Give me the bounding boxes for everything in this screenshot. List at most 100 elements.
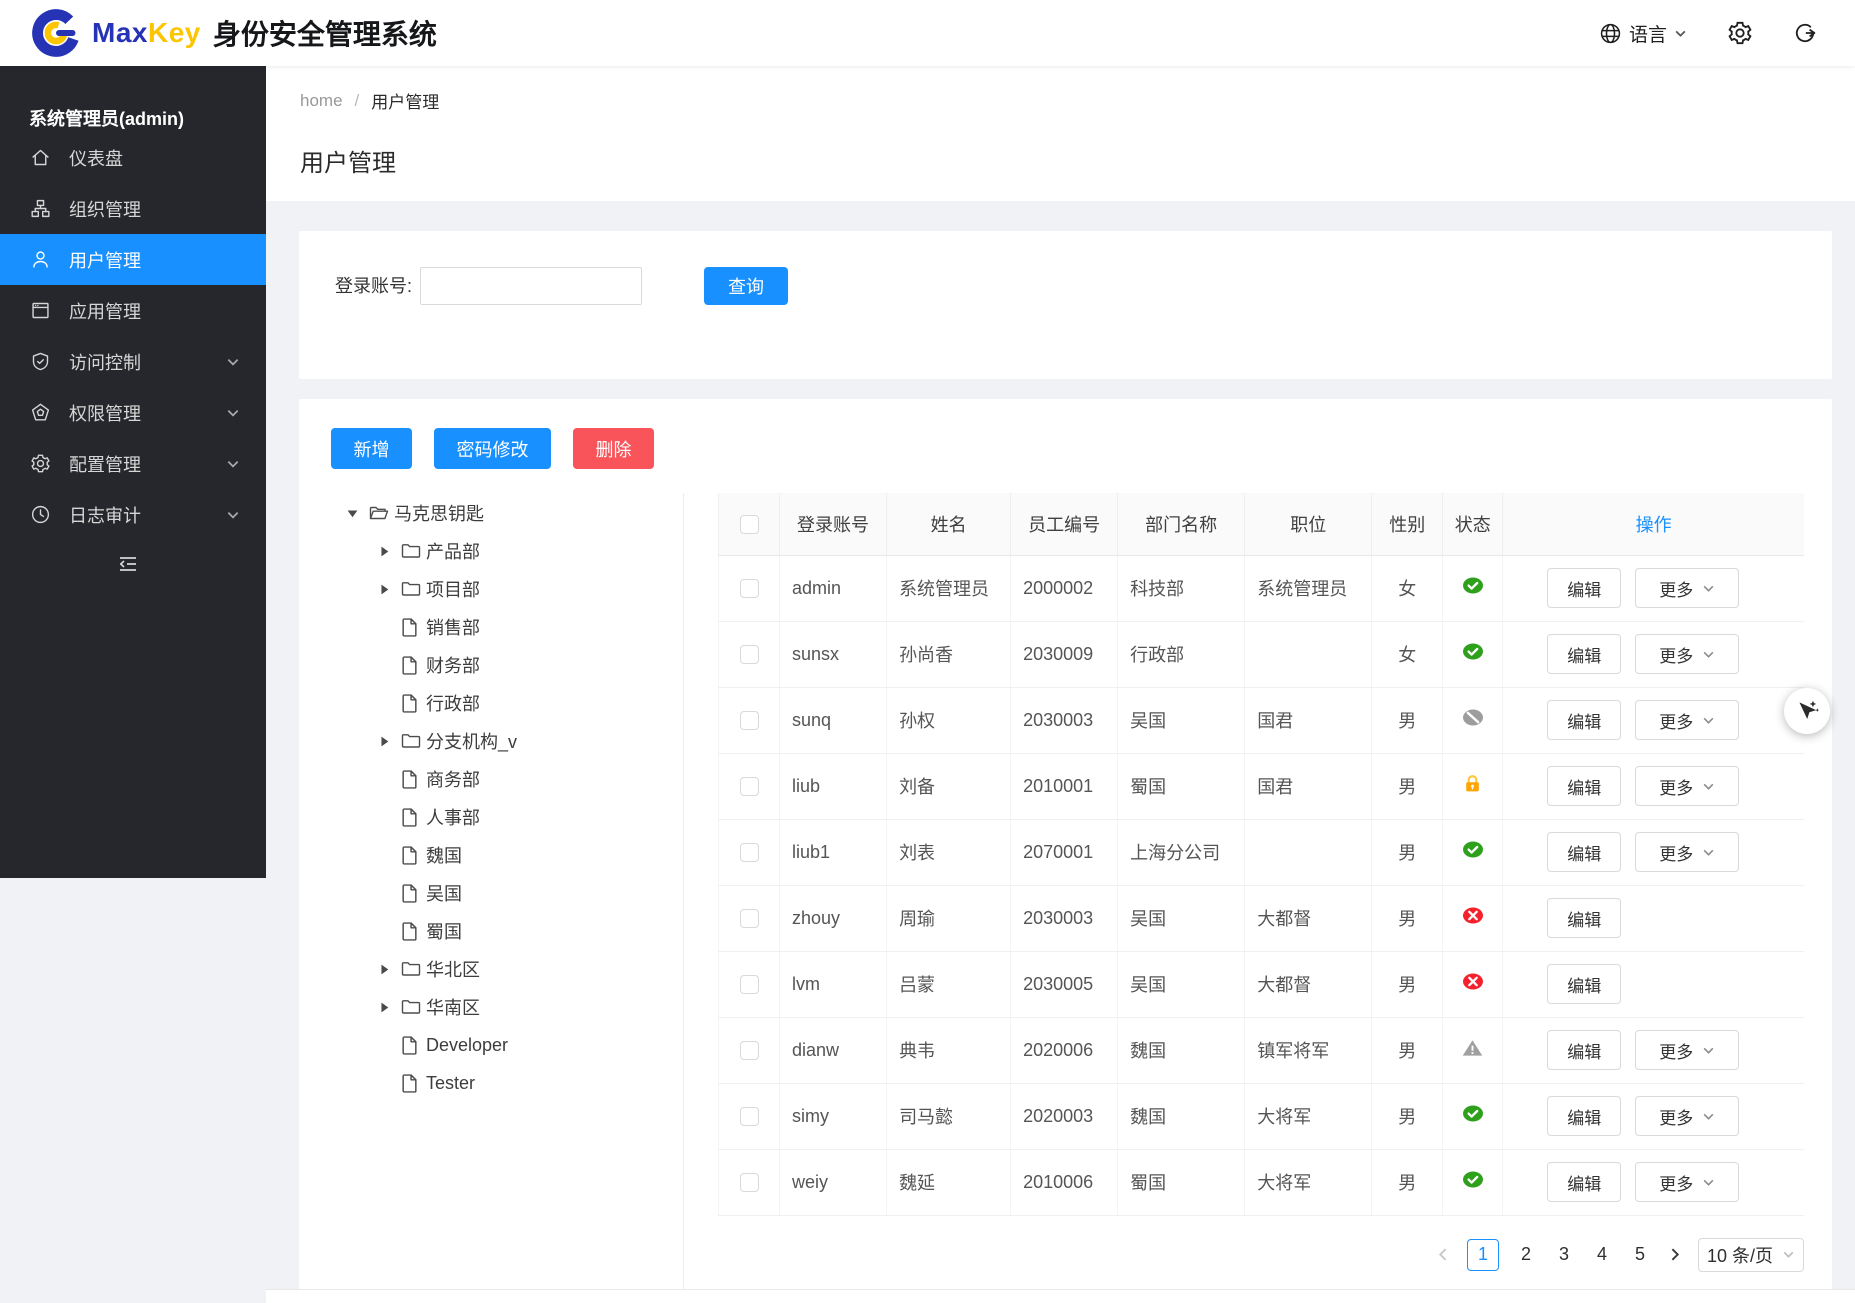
sidebar-item-applications[interactable]: 应用管理 — [0, 285, 266, 336]
sidebar-item-access-control[interactable]: 访问控制 — [0, 336, 266, 387]
cell-position — [1245, 819, 1372, 885]
folder-icon — [401, 542, 421, 560]
more-button[interactable]: 更多 — [1635, 1162, 1739, 1202]
page-button-2[interactable]: 2 — [1515, 1244, 1537, 1265]
select-all-checkbox[interactable] — [740, 515, 759, 534]
caret-down-icon[interactable] — [346, 507, 359, 520]
chevron-down-icon — [1674, 27, 1687, 40]
pentagon-icon — [30, 402, 52, 424]
more-button[interactable]: 更多 — [1635, 832, 1739, 872]
more-button[interactable]: 更多 — [1635, 634, 1739, 674]
table-row: admin系统管理员2000002科技部系统管理员女编辑更多 — [719, 555, 1805, 621]
tree-item[interactable]: 吴国 — [299, 874, 683, 912]
cell-gender: 男 — [1372, 885, 1443, 951]
query-button[interactable]: 查询 — [704, 267, 788, 305]
sidebar-item-configuration[interactable]: 配置管理 — [0, 438, 266, 489]
row-checkbox[interactable] — [740, 645, 759, 664]
row-checkbox[interactable] — [740, 1107, 759, 1126]
tree-item[interactable]: 商务部 — [299, 760, 683, 798]
tree-item[interactable]: 马克思钥匙 — [299, 494, 683, 532]
row-checkbox[interactable] — [740, 975, 759, 994]
tree-item[interactable]: 销售部 — [299, 608, 683, 646]
tree-item[interactable]: 产品部 — [299, 532, 683, 570]
sidebar-item-dashboard[interactable]: 仪表盘 — [0, 132, 266, 183]
folder-icon — [401, 580, 421, 598]
more-button[interactable]: 更多 — [1635, 568, 1739, 608]
page-button-3[interactable]: 3 — [1553, 1244, 1575, 1265]
tree-item[interactable]: Tester — [299, 1064, 683, 1102]
breadcrumb-home-link[interactable]: home — [300, 91, 343, 111]
row-checkbox[interactable] — [740, 777, 759, 796]
login-account-input[interactable] — [420, 267, 642, 305]
caret-right-icon[interactable] — [378, 583, 391, 596]
tree-item[interactable]: 财务部 — [299, 646, 683, 684]
status-active-icon — [1462, 643, 1484, 660]
row-checkbox[interactable] — [740, 711, 759, 730]
edit-button[interactable]: 编辑 — [1547, 1162, 1621, 1202]
row-checkbox[interactable] — [740, 1173, 759, 1192]
edit-button[interactable]: 编辑 — [1547, 766, 1621, 806]
tree-item[interactable]: 人事部 — [299, 798, 683, 836]
tree-item[interactable]: 项目部 — [299, 570, 683, 608]
sidebar-item-users[interactable]: 用户管理 — [0, 234, 266, 285]
more-button[interactable]: 更多 — [1635, 766, 1739, 806]
sidebar-item-organization[interactable]: 组织管理 — [0, 183, 266, 234]
column-header: 登录账号 — [780, 493, 887, 555]
cell-gender: 女 — [1372, 555, 1443, 621]
organization-tree: 马克思钥匙产品部项目部销售部财务部行政部分支机构_v商务部人事部魏国吴国蜀国华北… — [299, 493, 684, 1291]
more-button[interactable]: 更多 — [1635, 700, 1739, 740]
sidebar-collapse-button[interactable] — [117, 553, 139, 575]
tree-item-label: 华南区 — [426, 994, 480, 1020]
current-user-label: 系统管理员(admin) — [0, 66, 266, 132]
row-checkbox[interactable] — [740, 1041, 759, 1060]
sidebar-item-audit-log[interactable]: 日志审计 — [0, 489, 266, 540]
next-page-button[interactable] — [1667, 1247, 1682, 1262]
logout-icon — [1793, 21, 1817, 45]
page-button-5[interactable]: 5 — [1629, 1244, 1651, 1265]
edit-button[interactable]: 编辑 — [1547, 634, 1621, 674]
floating-tool-button[interactable] — [1784, 688, 1830, 734]
cell-actions: 编辑更多 — [1503, 1083, 1804, 1149]
tree-item[interactable]: 华南区 — [299, 988, 683, 1026]
sidebar-item-label: 用户管理 — [69, 247, 141, 273]
change-password-button[interactable]: 密码修改 — [434, 428, 551, 469]
more-button[interactable]: 更多 — [1635, 1030, 1739, 1070]
caret-right-icon[interactable] — [378, 545, 391, 558]
tree-item[interactable]: 蜀国 — [299, 912, 683, 950]
caret-right-icon[interactable] — [378, 1001, 391, 1014]
column-header-actions[interactable]: 操作 — [1503, 493, 1804, 555]
edit-button[interactable]: 编辑 — [1547, 1096, 1621, 1136]
settings-button[interactable] — [1727, 20, 1753, 46]
sidebar-item-label: 访问控制 — [69, 349, 141, 375]
page-size-select[interactable]: 10 条/页 — [1698, 1238, 1804, 1272]
edit-button[interactable]: 编辑 — [1547, 568, 1621, 608]
page-button-4[interactable]: 4 — [1591, 1244, 1613, 1265]
row-checkbox[interactable] — [740, 909, 759, 928]
edit-button[interactable]: 编辑 — [1547, 832, 1621, 872]
prev-page-button[interactable] — [1436, 1247, 1451, 1262]
tree-item[interactable]: 行政部 — [299, 684, 683, 722]
edit-button[interactable]: 编辑 — [1547, 1030, 1621, 1070]
chevron-down-icon — [1702, 714, 1715, 727]
edit-button[interactable]: 编辑 — [1547, 964, 1621, 1004]
page-button-1[interactable]: 1 — [1467, 1239, 1499, 1271]
sidebar-item-permissions[interactable]: 权限管理 — [0, 387, 266, 438]
add-button[interactable]: 新增 — [331, 428, 412, 469]
logout-button[interactable] — [1793, 21, 1817, 45]
language-switcher[interactable]: 语言 — [1599, 20, 1687, 47]
tree-item[interactable]: Developer — [299, 1026, 683, 1064]
row-checkbox[interactable] — [740, 843, 759, 862]
delete-button[interactable]: 删除 — [573, 428, 654, 469]
tree-item[interactable]: 华北区 — [299, 950, 683, 988]
caret-right-icon[interactable] — [378, 735, 391, 748]
edit-button[interactable]: 编辑 — [1547, 898, 1621, 938]
tree-item[interactable]: 魏国 — [299, 836, 683, 874]
cell-status — [1443, 1017, 1503, 1083]
edit-button[interactable]: 编辑 — [1547, 700, 1621, 740]
caret-right-icon[interactable] — [378, 963, 391, 976]
tree-item[interactable]: 分支机构_v — [299, 722, 683, 760]
row-checkbox[interactable] — [740, 579, 759, 598]
cell-department: 行政部 — [1118, 621, 1245, 687]
cell-status — [1443, 885, 1503, 951]
more-button[interactable]: 更多 — [1635, 1096, 1739, 1136]
